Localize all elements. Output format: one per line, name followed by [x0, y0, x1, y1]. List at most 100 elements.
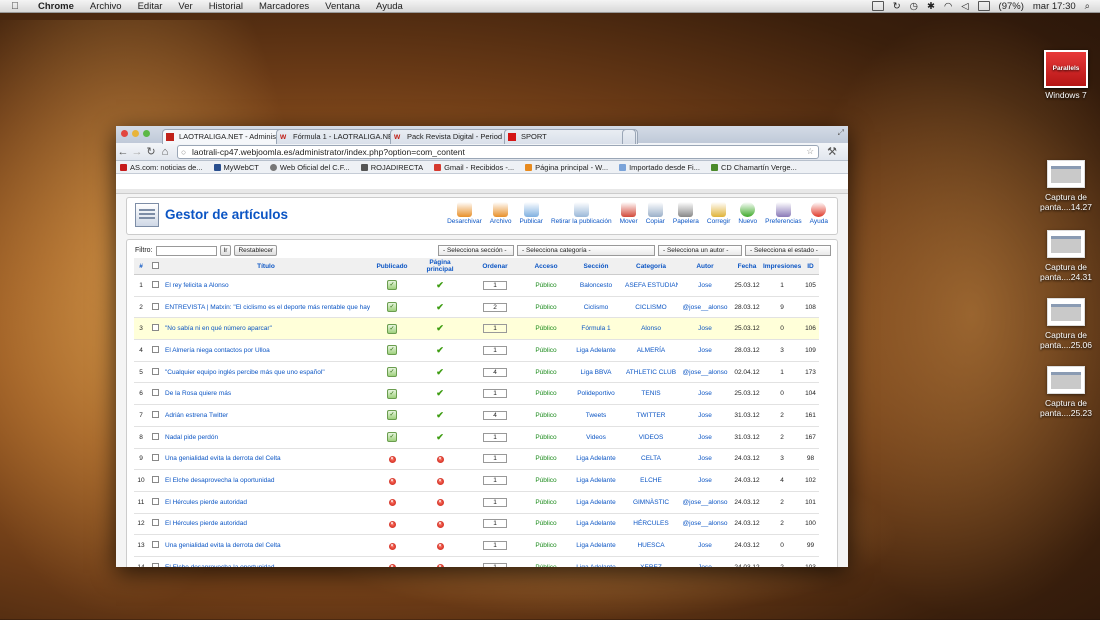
back-icon[interactable]: ← [116, 146, 130, 158]
new-button[interactable]: Nuevo [735, 202, 760, 225]
published-icon[interactable]: ✓ [387, 302, 397, 313]
article-title-link[interactable]: El Hércules pierde autoridad [162, 513, 370, 536]
category-link[interactable]: ASEFA ESTUDIANTES [624, 274, 678, 297]
section-link[interactable]: Ciclismo [568, 296, 624, 319]
row-checkbox[interactable] [151, 519, 159, 527]
published-icon[interactable]: ✓ [387, 410, 397, 421]
unpublished-icon[interactable]: × [388, 542, 396, 550]
category-link[interactable]: HÉRCULES [624, 513, 678, 536]
home-icon[interactable]: ⌂ [158, 146, 172, 158]
unpublished-icon[interactable]: × [388, 477, 396, 485]
article-title-link[interactable]: ENTREVISTA | Matxín: "El ciclismo es el … [162, 296, 370, 319]
author-link[interactable]: Jose [678, 534, 732, 557]
category-link[interactable]: Alonso [624, 317, 678, 341]
article-title-link[interactable]: El rey felicita a Alonso [162, 274, 370, 297]
access-link[interactable]: Público [524, 491, 568, 514]
bookmark-mywebct[interactable]: MyWebCT [213, 163, 259, 172]
category-link[interactable]: ALMERÍA [624, 339, 678, 362]
col-frontpage[interactable]: Página principal [414, 258, 466, 275]
article-title-link[interactable]: Una genialidad evita la derrota del Celt… [162, 534, 370, 557]
desktop-icon-windows7[interactable]: Parallels Windows 7 [1026, 50, 1100, 100]
row-checkbox[interactable] [151, 280, 159, 288]
published-icon[interactable]: ✓ [387, 388, 397, 399]
section-link[interactable]: Liga Adelante [568, 513, 624, 536]
row-checkbox[interactable] [151, 432, 159, 440]
category-link[interactable]: ATHLETIC CLUB [624, 361, 678, 384]
menubar-clock[interactable]: mar 17:30 [1033, 1, 1076, 12]
address-bar[interactable]: ○ laotrali-cp47.webjoomla.es/administrat… [177, 144, 819, 159]
section-link[interactable]: Polideportivo [568, 382, 624, 406]
minimize-window-button[interactable] [132, 130, 139, 137]
wrench-icon[interactable]: ⚒ [825, 145, 839, 158]
status-item-icon[interactable] [871, 1, 884, 11]
order-input[interactable]: 1 [483, 497, 507, 507]
order-input[interactable]: 4 [483, 367, 507, 377]
author-link[interactable]: Jose [678, 426, 732, 449]
order-input[interactable]: 1 [483, 454, 507, 464]
desktop-icon-screenshot-2[interactable]: Captura de panta....24.31 [1026, 230, 1100, 282]
bookmark-web-oficial[interactable]: Web Oficial del C.F... [269, 163, 350, 172]
author-link[interactable]: Jose [678, 469, 732, 492]
access-link[interactable]: Público [524, 448, 568, 471]
bookmark-cd-chamartin[interactable]: CD Chamartín Verge... [710, 163, 797, 172]
author-link[interactable]: Jose [678, 274, 732, 297]
category-link[interactable]: CELTA [624, 448, 678, 471]
section-link[interactable]: Liga Adelante [568, 491, 624, 514]
row-checkbox[interactable] [151, 410, 159, 418]
frontpage-yes-icon[interactable]: ✔ [436, 367, 444, 377]
bookmark-rojadirecta[interactable]: ROJADIRECTA [360, 163, 423, 172]
article-title-link[interactable]: Una genialidad evita la derrota del Celt… [162, 448, 370, 471]
order-input[interactable]: 1 [483, 541, 507, 551]
close-window-button[interactable] [121, 130, 128, 137]
order-input[interactable]: 1 [483, 280, 507, 290]
author-link[interactable]: Jose [678, 382, 732, 406]
volume-icon[interactable]: ◁ [961, 1, 968, 12]
section-link[interactable]: Liga Adelante [568, 469, 624, 492]
frontpage-yes-icon[interactable]: ✔ [436, 432, 444, 442]
author-link[interactable]: Jose [678, 556, 732, 567]
access-link[interactable]: Público [524, 339, 568, 362]
category-link[interactable]: ELCHE [624, 469, 678, 492]
archive-button[interactable]: Archivo [487, 202, 515, 225]
battery-icon[interactable] [977, 1, 990, 11]
row-checkbox[interactable] [151, 367, 159, 375]
fullscreen-icon[interactable]: ⤢ [838, 128, 844, 138]
section-link[interactable]: Baloncesto [568, 274, 624, 297]
col-access[interactable]: Acceso [524, 258, 568, 275]
unpublished-icon[interactable]: × [388, 499, 396, 507]
unpublished-icon[interactable]: × [388, 564, 396, 567]
apple-menu-icon[interactable]:  [8, 1, 22, 12]
published-icon[interactable]: ✓ [387, 345, 397, 356]
unpublish-button[interactable]: Retirar la publicación [548, 202, 615, 225]
category-link[interactable]: GIMNÀSTIC [624, 491, 678, 514]
category-select[interactable]: - Selecciona categoría - [517, 245, 655, 256]
section-link[interactable]: Tweets [568, 404, 624, 427]
tab-pack-revista[interactable]: w Pack Revista Digital - Period ✕ [390, 129, 520, 144]
published-icon[interactable]: ✓ [387, 280, 397, 291]
author-link[interactable]: Jose [678, 404, 732, 427]
copy-button[interactable]: Copiar [643, 202, 668, 225]
section-link[interactable]: Liga Adelante [568, 339, 624, 362]
time-machine-icon[interactable]: ◷ [910, 1, 918, 12]
access-link[interactable]: Público [524, 469, 568, 492]
category-link[interactable]: TENIS [624, 382, 678, 406]
bookmark-folder-importado[interactable]: Importado desde Fi... [619, 163, 700, 172]
tab-formula1[interactable]: w Fórmula 1 - LAOTRALIGA.NE ✕ [276, 129, 406, 144]
access-link[interactable]: Público [524, 404, 568, 427]
bookmark-star-icon[interactable]: ☆ [806, 145, 814, 157]
col-id[interactable]: ID [802, 258, 819, 275]
article-title-link[interactable]: "No sabía ni en qué número aparcar" [162, 317, 370, 341]
order-input[interactable]: 1 [483, 324, 507, 334]
col-published[interactable]: Publicado [370, 258, 414, 275]
section-link[interactable]: Videos [568, 426, 624, 449]
menu-ventana[interactable]: Ventana [325, 1, 360, 12]
go-button[interactable]: Ir [219, 245, 232, 256]
menu-ver[interactable]: Ver [178, 1, 192, 12]
access-link[interactable]: Público [524, 556, 568, 567]
frontpage-yes-icon[interactable]: ✔ [436, 280, 444, 290]
row-checkbox[interactable] [151, 497, 159, 505]
unarchive-button[interactable]: Desarchivar [444, 202, 485, 225]
frontpage-yes-icon[interactable]: ✔ [436, 388, 444, 398]
published-icon[interactable]: ✓ [387, 323, 397, 334]
order-input[interactable]: 1 [483, 432, 507, 442]
